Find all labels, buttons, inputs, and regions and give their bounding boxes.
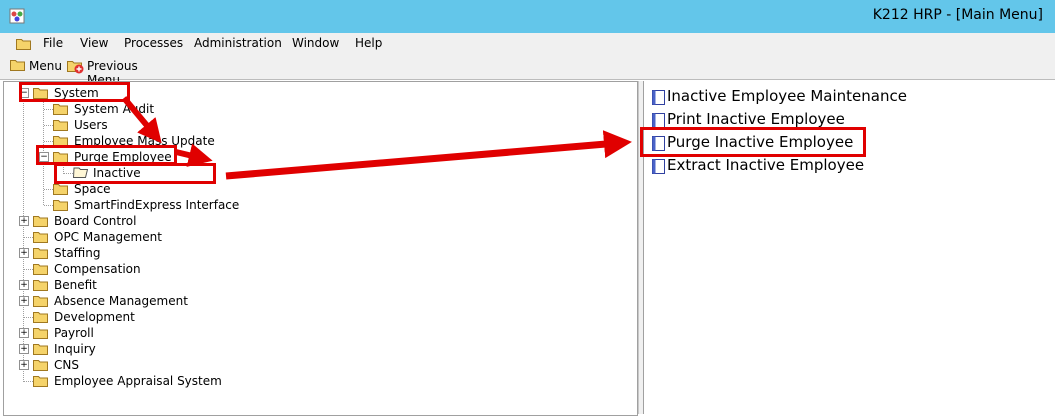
folder-icon	[16, 39, 31, 50]
tree-node-development[interactable]: Development	[16, 309, 146, 325]
tree-node-label: Space	[74, 182, 111, 196]
tree-node-employee-appraisal-system[interactable]: Employee Appraisal System	[16, 373, 222, 389]
tree-node-board-control[interactable]: + Board Control	[16, 213, 146, 229]
expand-icon[interactable]: +	[19, 248, 29, 258]
menu-bar: File View Processes Administration Windo…	[0, 33, 1055, 54]
menu-administration[interactable]: Administration	[194, 36, 282, 50]
tree-node-label: Absence Management	[54, 294, 188, 308]
tree-node-label: Payroll	[54, 326, 94, 340]
toolbar: Menu Previous Menu	[0, 54, 1055, 87]
title-bar: K212 HRP - [Main Menu]	[0, 0, 1055, 33]
document-icon	[652, 90, 665, 105]
expand-icon[interactable]: +	[19, 360, 29, 370]
tree-node-label: Staffing	[54, 246, 101, 260]
previous-menu-button[interactable]: Previous Menu	[67, 54, 171, 87]
tree-branch	[44, 189, 53, 190]
tree-node-absence-management[interactable]: + Absence Management	[16, 293, 196, 309]
folder-icon	[33, 216, 48, 227]
highlight-system	[19, 82, 130, 102]
menu-button[interactable]: Menu	[8, 54, 64, 79]
tree-node-label: CNS	[54, 358, 79, 372]
tree-node-label: Inquiry	[54, 342, 96, 356]
tree-node-label: OPC Management	[54, 230, 162, 244]
folder-icon	[33, 344, 48, 355]
tree-node-label: Development	[54, 310, 135, 324]
menu-view[interactable]: View	[80, 36, 108, 50]
tree-node-label: System Audit	[74, 102, 155, 116]
tree-branch	[44, 141, 53, 142]
folder-icon	[33, 280, 48, 291]
folder-icon	[10, 60, 25, 71]
tree-node-label: Compensation	[54, 262, 141, 276]
tree-node-label: Employee Appraisal System	[54, 374, 222, 388]
tree-node-payroll[interactable]: + Payroll	[16, 325, 116, 341]
tree-branch	[44, 125, 53, 126]
tree-node-cns[interactable]: + CNS	[16, 357, 116, 373]
app-icon[interactable]	[9, 8, 25, 24]
highlight-purge-inactive-employee	[640, 127, 866, 157]
tree-node-label: Board Control	[54, 214, 137, 228]
folder-icon	[53, 200, 68, 211]
menu-window[interactable]: Window	[292, 36, 339, 50]
tree-branch	[44, 109, 53, 110]
expand-icon[interactable]: +	[19, 328, 29, 338]
highlight-inactive	[54, 163, 216, 184]
folder-icon	[33, 312, 48, 323]
list-item-label: Inactive Employee Maintenance	[667, 87, 907, 105]
tree-branch	[44, 205, 53, 206]
tree-node-staffing[interactable]: + Staffing	[16, 245, 116, 261]
previous-menu-icon	[67, 61, 84, 74]
tree-node-label: Benefit	[54, 278, 97, 292]
folder-icon	[53, 184, 68, 195]
folder-icon	[33, 376, 48, 387]
folder-icon	[33, 360, 48, 371]
document-icon	[652, 113, 665, 128]
tree-node-system-audit[interactable]: System Audit	[53, 101, 163, 117]
highlight-purge-employee	[36, 145, 177, 165]
folder-icon	[33, 264, 48, 275]
expand-icon[interactable]: +	[19, 344, 29, 354]
tree-node-smartfindexpress[interactable]: SmartFindExpress Interface	[53, 197, 239, 213]
list-item-label: Extract Inactive Employee	[667, 156, 865, 174]
menu-button-label: Menu	[29, 59, 62, 73]
list-item-extract-inactive-employee[interactable]: Extract Inactive Employee	[652, 156, 865, 176]
tree-node-inquiry[interactable]: + Inquiry	[16, 341, 116, 357]
folder-icon	[53, 120, 68, 131]
menu-processes[interactable]: Processes	[124, 36, 183, 50]
menu-file[interactable]: File	[43, 36, 63, 50]
folder-icon	[33, 296, 48, 307]
expand-icon[interactable]: +	[19, 280, 29, 290]
tree-node-users[interactable]: Users	[53, 117, 133, 133]
tree-node-opc-management[interactable]: OPC Management	[16, 229, 166, 245]
list-item-label: Print Inactive Employee	[667, 110, 845, 128]
folder-icon	[33, 232, 48, 243]
window-title: K212 HRP - [Main Menu]	[872, 7, 1043, 23]
tree-node-label: SmartFindExpress Interface	[74, 198, 240, 212]
folder-icon	[33, 248, 48, 259]
tree-node-benefit[interactable]: + Benefit	[16, 277, 116, 293]
document-icon	[652, 159, 665, 174]
list-item-inactive-employee-maintenance[interactable]: Inactive Employee Maintenance	[652, 87, 912, 107]
tree-node-label: Users	[74, 118, 108, 132]
expand-icon[interactable]: +	[19, 296, 29, 306]
folder-icon	[53, 104, 68, 115]
menu-help[interactable]: Help	[355, 36, 382, 50]
expand-icon[interactable]: +	[19, 216, 29, 226]
tree-node-compensation[interactable]: Compensation	[16, 261, 146, 277]
folder-icon	[33, 328, 48, 339]
